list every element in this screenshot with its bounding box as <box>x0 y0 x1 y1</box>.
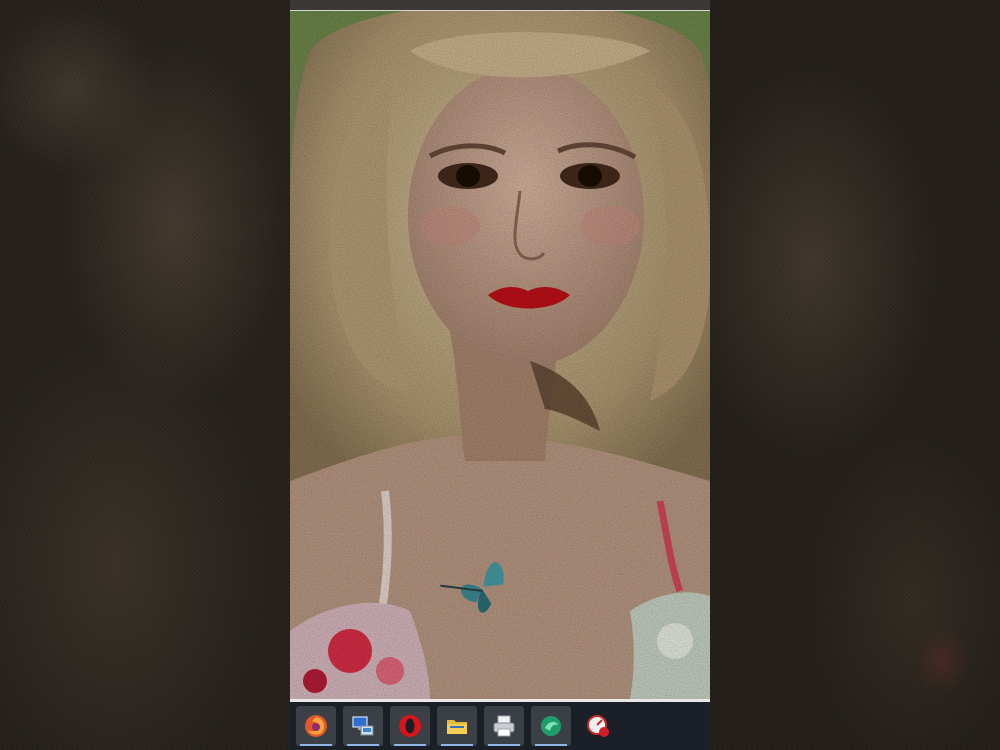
active-indicator <box>394 744 426 746</box>
taskbar <box>290 702 710 750</box>
active-indicator <box>347 744 379 746</box>
printer-icon <box>493 715 515 737</box>
green-app-icon <box>541 716 561 736</box>
taskbar-item-network[interactable] <box>343 706 383 746</box>
taskbar-item-firefox[interactable] <box>296 706 336 746</box>
firefox-icon <box>305 715 327 737</box>
file-explorer-icon <box>447 720 467 734</box>
right-blurred-background <box>710 0 1000 750</box>
opera-icon <box>399 715 421 737</box>
taskbar-item-printer[interactable] <box>484 706 524 746</box>
portrait-illustration <box>290 11 710 699</box>
red-gauge-app-icon <box>587 715 609 737</box>
taskbar-item-green-app[interactable] <box>531 706 571 746</box>
portrait-photo <box>290 11 710 699</box>
left-blurred-background <box>0 0 290 750</box>
active-indicator <box>441 744 473 746</box>
taskbar-item-opera[interactable] <box>390 706 430 746</box>
active-indicator <box>535 744 567 746</box>
active-indicator <box>300 744 332 746</box>
screen-capture <box>290 0 710 750</box>
window-top-bar <box>290 0 710 11</box>
active-indicator <box>488 744 520 746</box>
network-computer-icon <box>352 716 374 736</box>
taskbar-item-file-explorer[interactable] <box>437 706 477 746</box>
taskbar-item-red-gauge-app[interactable] <box>578 706 618 746</box>
video-frame <box>0 0 1000 750</box>
